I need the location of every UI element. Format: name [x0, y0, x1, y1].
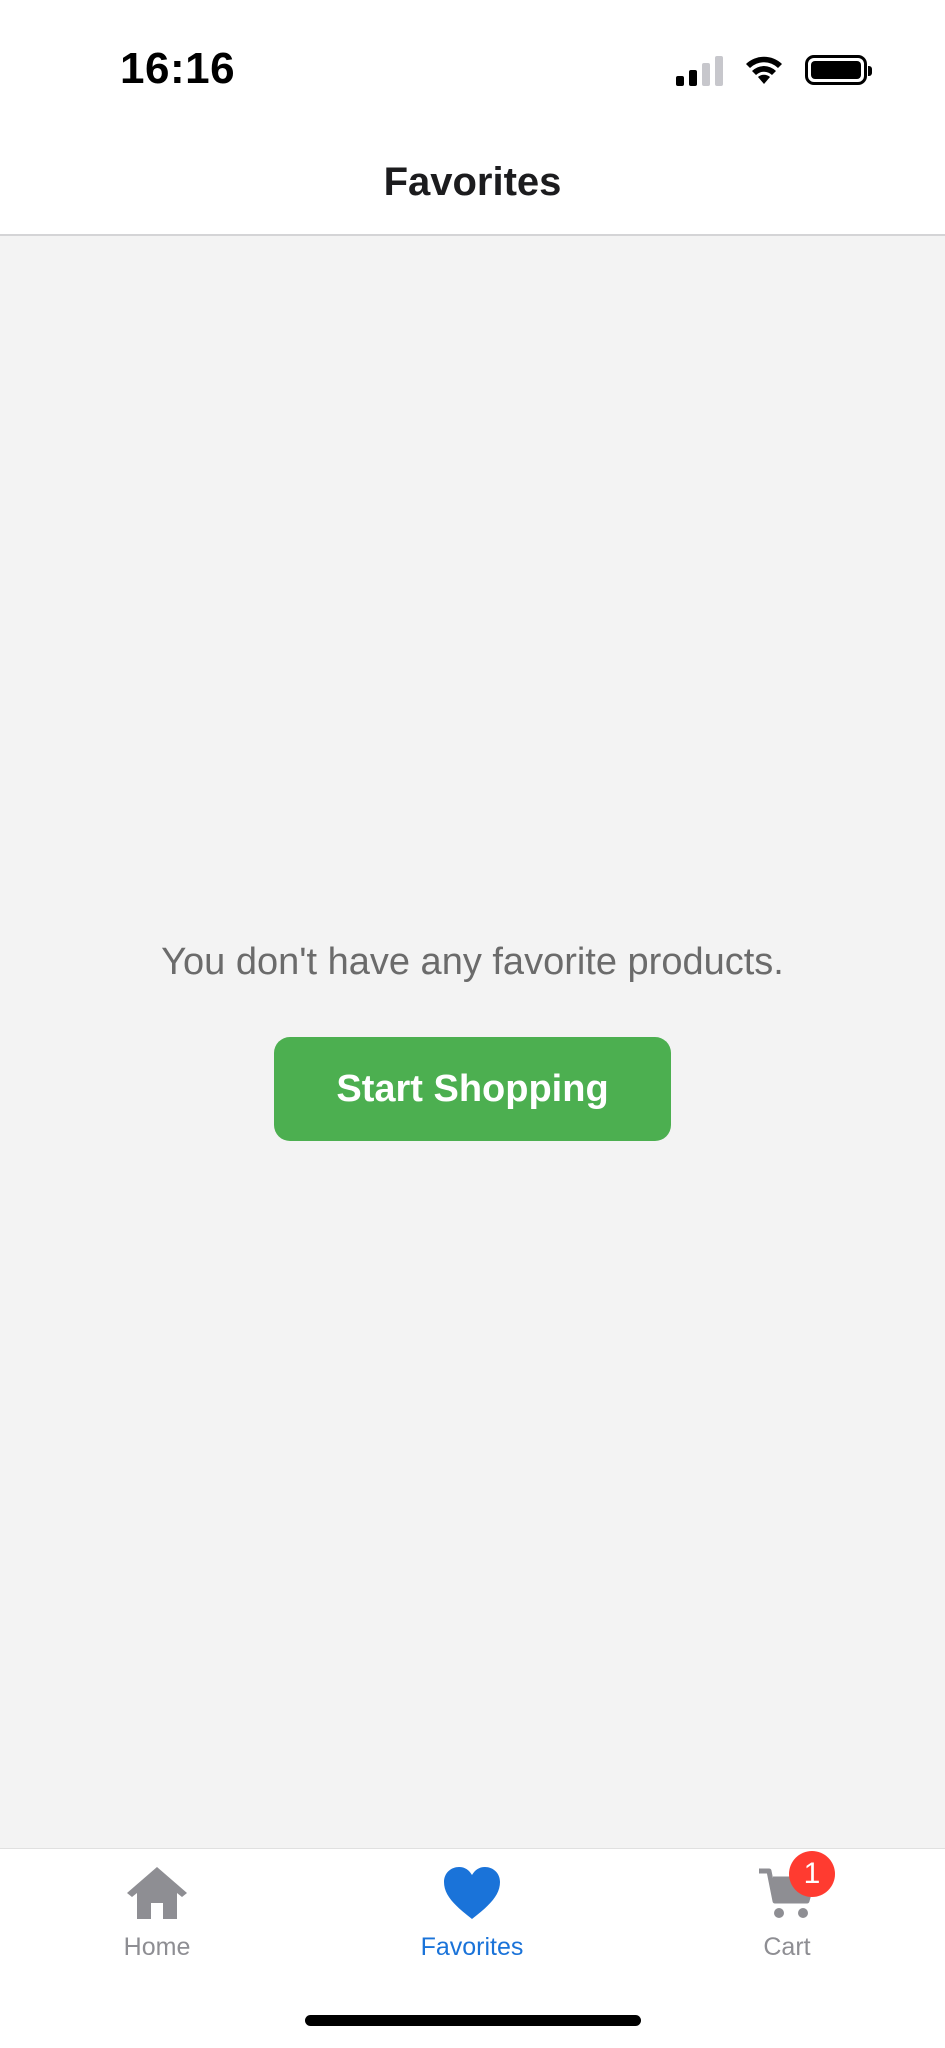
cart-badge: 1: [789, 1851, 835, 1897]
tab-cart[interactable]: 1 Cart: [687, 1851, 887, 1973]
tab-favorites-label: Favorites: [420, 1933, 524, 1961]
battery-icon: [805, 55, 872, 85]
page-title: Favorites: [383, 159, 562, 204]
status-bar: 16:16: [0, 0, 945, 130]
tab-home-label: Home: [123, 1933, 191, 1961]
tab-favorites[interactable]: Favorites: [372, 1863, 572, 1973]
status-icons: [676, 52, 872, 88]
tab-cart-label: Cart: [763, 1933, 811, 1961]
empty-state-message: You don't have any favorite products.: [161, 941, 784, 983]
wifi-icon: [746, 56, 782, 84]
cellular-signal-icon: [676, 54, 723, 86]
home-indicator: [305, 2015, 641, 2026]
favorites-screen: 16:16 Favorites You don't have any favor…: [0, 0, 945, 2048]
heart-icon: [440, 1863, 504, 1923]
start-shopping-button[interactable]: Start Shopping: [274, 1037, 671, 1141]
tab-home[interactable]: Home: [57, 1863, 257, 1973]
cart-icon: 1: [755, 1851, 835, 1923]
home-icon: [125, 1863, 189, 1923]
nav-header: Favorites: [0, 130, 945, 236]
favorites-content: You don't have any favorite products. St…: [0, 236, 945, 1848]
status-time: 16:16: [120, 44, 236, 93]
